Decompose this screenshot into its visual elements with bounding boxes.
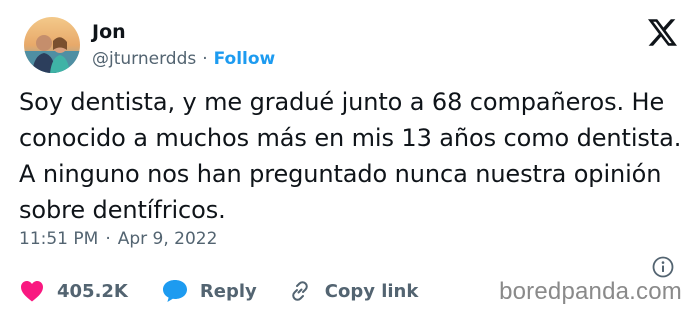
avatar[interactable] (24, 17, 80, 73)
watermark: boredpanda.com (499, 278, 682, 305)
reply-label: Reply (199, 280, 257, 302)
reply-button[interactable]: Reply (162, 278, 257, 304)
tweet-text: Soy dentista, y me gradué junto a 68 com… (19, 88, 682, 224)
like-button[interactable]: 405.2K (19, 278, 128, 304)
action-bar: 405.2K Reply Copy link (19, 274, 448, 308)
speech-bubble-icon (162, 278, 188, 304)
author-name[interactable]: Jon (92, 21, 126, 43)
tweet-date[interactable]: Apr 9, 2022 (118, 229, 218, 249)
link-icon (287, 278, 313, 304)
handle-separator: · (202, 49, 208, 69)
like-count: 405.2K (57, 280, 128, 302)
x-logo-icon[interactable] (648, 19, 677, 46)
copy-link-button[interactable]: Copy link (287, 278, 419, 304)
tweet-time[interactable]: 11:51 PM (19, 229, 98, 249)
handle-row: @jturnerdds · Follow (92, 49, 275, 69)
heart-icon (19, 278, 45, 304)
timestamp-separator: · (105, 229, 111, 249)
timestamp-row[interactable]: 11:51 PM · Apr 9, 2022 (19, 229, 217, 249)
author-handle[interactable]: @jturnerdds (92, 49, 196, 69)
copy-link-label: Copy link (324, 280, 419, 302)
avatar-photo (24, 17, 80, 73)
info-icon[interactable] (652, 256, 674, 278)
follow-button[interactable]: Follow (214, 49, 276, 69)
